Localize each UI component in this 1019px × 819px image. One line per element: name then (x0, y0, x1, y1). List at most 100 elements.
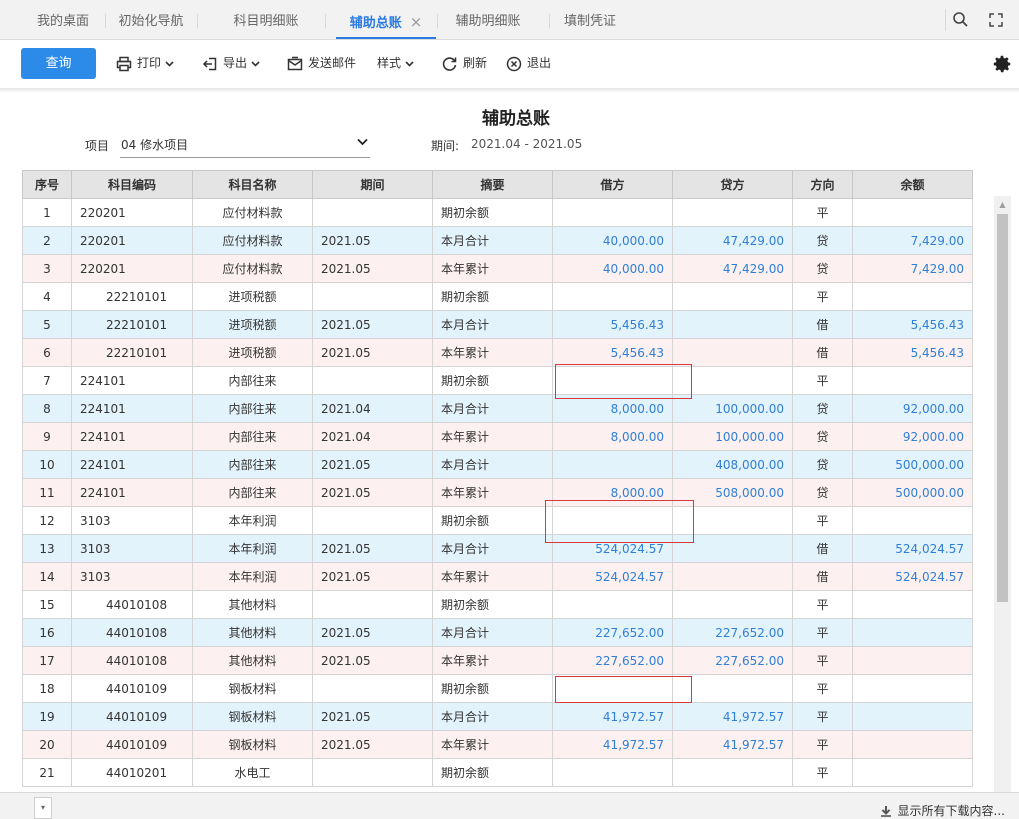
direction-cell: 平 (792, 366, 853, 395)
balance-cell (852, 366, 973, 395)
period-cell: 2021.05 (312, 618, 433, 647)
table-row[interactable]: 14 3103 本年利润 2021.05 本年累计 524,024.57 借 524,024.… (22, 562, 973, 591)
table-row[interactable]: 1 220201 应付材料款 期初余额 平 (22, 198, 973, 227)
account-code-cell: 224101 (71, 422, 193, 451)
style-button[interactable]: 样式 (377, 48, 419, 79)
column-header[interactable]: 期间 (312, 170, 433, 199)
table-row[interactable]: 6 22210101 进项税额 2021.05 本年累计 5,456.43 借 5,456.4… (22, 338, 973, 367)
tab-label: 初始化导航 (118, 14, 184, 29)
account-name-cell: 应付材料款 (192, 198, 313, 227)
tab-bar: 我的桌面 初始化导航 科目明细账 辅助总账 × 辅助明细账 填制凭证 (0, 0, 1019, 40)
table-row[interactable]: 9 224101 内部往来 2021.04 本年累计 8,000.00 100,000.00… (22, 422, 973, 451)
style-label: 样式 (377, 56, 402, 70)
credit-cell: 41,972.57 (672, 730, 793, 759)
column-header[interactable]: 余额 (852, 170, 973, 199)
print-button[interactable]: 打印 (116, 48, 179, 79)
tab-init-nav[interactable]: 初始化导航 (106, 0, 196, 39)
account-code-cell: 3103 (71, 534, 193, 563)
close-icon[interactable]: × (410, 13, 423, 31)
table-row[interactable]: 12 3103 本年利润 期初余额 平 (22, 506, 973, 535)
scrollbar-thumb[interactable] (997, 214, 1008, 602)
period-cell: 2021.05 (312, 338, 433, 367)
debit-cell (552, 758, 673, 787)
chevron-down-icon (251, 60, 260, 67)
account-code-cell: 44010109 (71, 730, 193, 759)
account-name-cell: 进项税额 (192, 310, 313, 339)
column-header[interactable]: 贷方 (672, 170, 793, 199)
table-row[interactable]: 7 224101 内部往来 期初余额 平 (22, 366, 973, 395)
balance-cell: 92,000.00 (852, 394, 973, 423)
tab-aux-general-ledger[interactable]: 辅助总账 × (336, 0, 436, 39)
table-row[interactable]: 16 44010108 其他材料 2021.05 本月合计 227,652.00 227,6… (22, 618, 973, 647)
period-cell: 2021.05 (312, 562, 433, 591)
tab-separator (197, 14, 198, 28)
direction-cell: 平 (792, 506, 853, 535)
account-code-cell: 44010108 (71, 590, 193, 619)
table-row[interactable]: 8 224101 内部往来 2021.04 本月合计 8,000.00 100,000.00… (22, 394, 973, 423)
tab-separator (945, 9, 946, 31)
debit-cell: 41,972.57 (552, 730, 673, 759)
period-cell (312, 758, 433, 787)
debit-cell: 41,972.57 (552, 702, 673, 731)
table-row[interactable]: 3 220201 应付材料款 2021.05 本年累计 40,000.00 47,429.0… (22, 254, 973, 283)
export-button[interactable]: 导出 (202, 48, 265, 79)
account-code-cell: 224101 (71, 478, 193, 507)
table-row[interactable]: 4 22210101 进项税额 期初余额 平 (22, 282, 973, 311)
period-cell: 2021.05 (312, 534, 433, 563)
chevron-down-icon (357, 138, 368, 146)
balance-cell: 5,456.43 (852, 310, 973, 339)
vertical-scrollbar[interactable]: ▲ (994, 196, 1011, 792)
send-email-button[interactable]: 发送邮件 (287, 48, 356, 79)
debit-cell: 524,024.57 (552, 562, 673, 591)
seq-cell: 1 (22, 198, 72, 227)
download-menu-chevron-icon[interactable]: ▾ (34, 797, 52, 819)
table-row[interactable]: 15 44010108 其他材料 期初余额 平 (22, 590, 973, 619)
tab-account-detail[interactable]: 科目明细账 (216, 0, 316, 39)
period-cell (312, 674, 433, 703)
exit-label: 退出 (527, 56, 552, 70)
fullscreen-icon[interactable] (986, 10, 1006, 30)
show-all-downloads-button[interactable]: 显示所有下载内容... (880, 802, 1005, 819)
column-header[interactable]: 摘要 (432, 170, 553, 199)
table-row[interactable]: 18 44010109 钢板材料 期初余额 平 (22, 674, 973, 703)
printer-icon (116, 56, 132, 71)
table-row[interactable]: 19 44010109 钢板材料 2021.05 本月合计 41,972.57 41,972… (22, 702, 973, 731)
tab-desktop[interactable]: 我的桌面 (22, 0, 104, 39)
seq-cell: 9 (22, 422, 72, 451)
summary-cell: 期初余额 (432, 590, 553, 619)
table-row[interactable]: 17 44010108 其他材料 2021.05 本年累计 227,652.00 227,6… (22, 646, 973, 675)
seq-cell: 4 (22, 282, 72, 311)
column-header[interactable]: 借方 (552, 170, 673, 199)
period-cell: 2021.05 (312, 226, 433, 255)
summary-cell: 本月合计 (432, 702, 553, 731)
credit-cell: 227,652.00 (672, 618, 793, 647)
table-row[interactable]: 2 220201 应付材料款 2021.05 本月合计 40,000.00 47,429.0… (22, 226, 973, 255)
query-button[interactable]: 查询 (21, 48, 96, 79)
account-name-cell: 其他材料 (192, 618, 313, 647)
tab-aux-detail-ledger[interactable]: 辅助明细账 (438, 0, 538, 39)
table-row[interactable]: 10 224101 内部往来 2021.05 本月合计 408,000.00 贷 500,00… (22, 450, 973, 479)
direction-cell: 平 (792, 618, 853, 647)
seq-cell: 11 (22, 478, 72, 507)
account-name-cell: 本年利润 (192, 506, 313, 535)
direction-cell: 贷 (792, 422, 853, 451)
column-header[interactable]: 科目编码 (71, 170, 193, 199)
table-row[interactable]: 21 44010201 水电工 期初余额 平 (22, 758, 973, 787)
search-icon[interactable] (951, 10, 971, 30)
summary-cell: 期初余额 (432, 198, 553, 227)
table-row[interactable]: 13 3103 本年利润 2021.05 本月合计 524,024.57 借 524,024.… (22, 534, 973, 563)
column-header[interactable]: 科目名称 (192, 170, 313, 199)
tab-fill-voucher[interactable]: 填制凭证 (550, 0, 630, 39)
column-header[interactable]: 序号 (22, 170, 72, 199)
exit-button[interactable]: 退出 (506, 48, 551, 79)
gear-icon[interactable] (991, 53, 1013, 75)
table-row[interactable]: 5 22210101 进项税额 2021.05 本月合计 5,456.43 借 5,456.4… (22, 310, 973, 339)
scroll-up-arrow-icon[interactable]: ▲ (994, 198, 1011, 212)
column-header[interactable]: 方向 (792, 170, 853, 199)
table-row[interactable]: 20 44010109 钢板材料 2021.05 本年累计 41,972.57 41,972… (22, 730, 973, 759)
table-row[interactable]: 11 224101 内部往来 2021.05 本年累计 8,000.00 508,000.0… (22, 478, 973, 507)
summary-cell: 本年累计 (432, 478, 553, 507)
direction-cell: 贷 (792, 478, 853, 507)
project-select[interactable]: 04 修水项目 (120, 133, 370, 158)
refresh-button[interactable]: 刷新 (441, 48, 487, 79)
